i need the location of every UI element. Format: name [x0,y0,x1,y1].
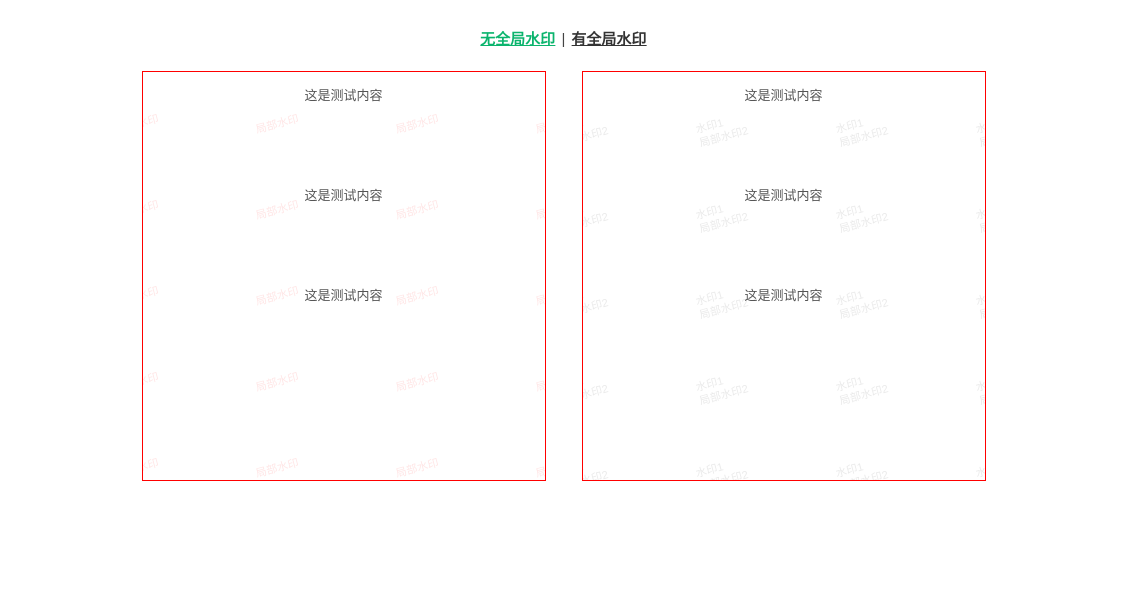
watermark-cell: 局部水印 [142,431,272,481]
watermark-text-line1: 水印1 [974,431,986,481]
watermark-cell: 局部水印 [394,431,546,481]
panels-container: 局部水印局部水印局部水印局部水印局部水印局部水印局部水印局部水印局部水印局部水印… [0,71,1127,481]
panel-has-global-watermark: 水印1局部水印2水印1局部水印2水印1局部水印2水印1局部水印2水印1局部水印2… [582,71,986,481]
watermark-text-line1: 水印1 [694,431,833,481]
watermark-text-line1: 局部水印 [394,431,533,481]
test-content-row: 这是测试内容 [583,172,985,272]
watermark-cell: 水印1局部水印2 [694,431,851,481]
link-separator: | [560,31,568,48]
test-content-row: 这是测试内容 [143,72,545,172]
watermark-cell: 水印1局部水印2 [834,431,986,481]
watermark-text-line2: 局部水印2 [697,445,836,481]
test-content-row: 这是测试内容 [583,72,985,172]
watermark-text-line1: 局部水印 [534,431,546,481]
watermark-text-line1: 局部水印 [254,431,393,481]
watermark-text-line2: 局部水印2 [837,445,976,481]
watermark-cell: 局部水印 [534,431,546,481]
watermark-cell: 水印1局部水印2 [974,431,986,481]
watermark-text-line2: 局部水印2 [977,445,985,481]
link-has-global-watermark[interactable]: 有全局水印 [572,31,647,48]
watermark-cell: 水印1局部水印2 [582,431,712,481]
watermark-text-line2: 局部水印2 [582,445,697,481]
watermark-text-line1: 水印1 [582,431,693,481]
test-content-row: 这是测试内容 [143,272,545,372]
watermark-text-line1: 局部水印 [142,431,253,481]
watermark-text-line1: 水印1 [834,431,973,481]
test-content-row: 这是测试内容 [143,172,545,272]
panel-no-global-watermark: 局部水印局部水印局部水印局部水印局部水印局部水印局部水印局部水印局部水印局部水印… [142,71,546,481]
header-links: 无全局水印 | 有全局水印 [0,0,1127,71]
watermark-cell: 局部水印 [254,431,411,481]
test-content-row: 这是测试内容 [583,272,985,372]
link-no-global-watermark[interactable]: 无全局水印 [480,31,555,48]
